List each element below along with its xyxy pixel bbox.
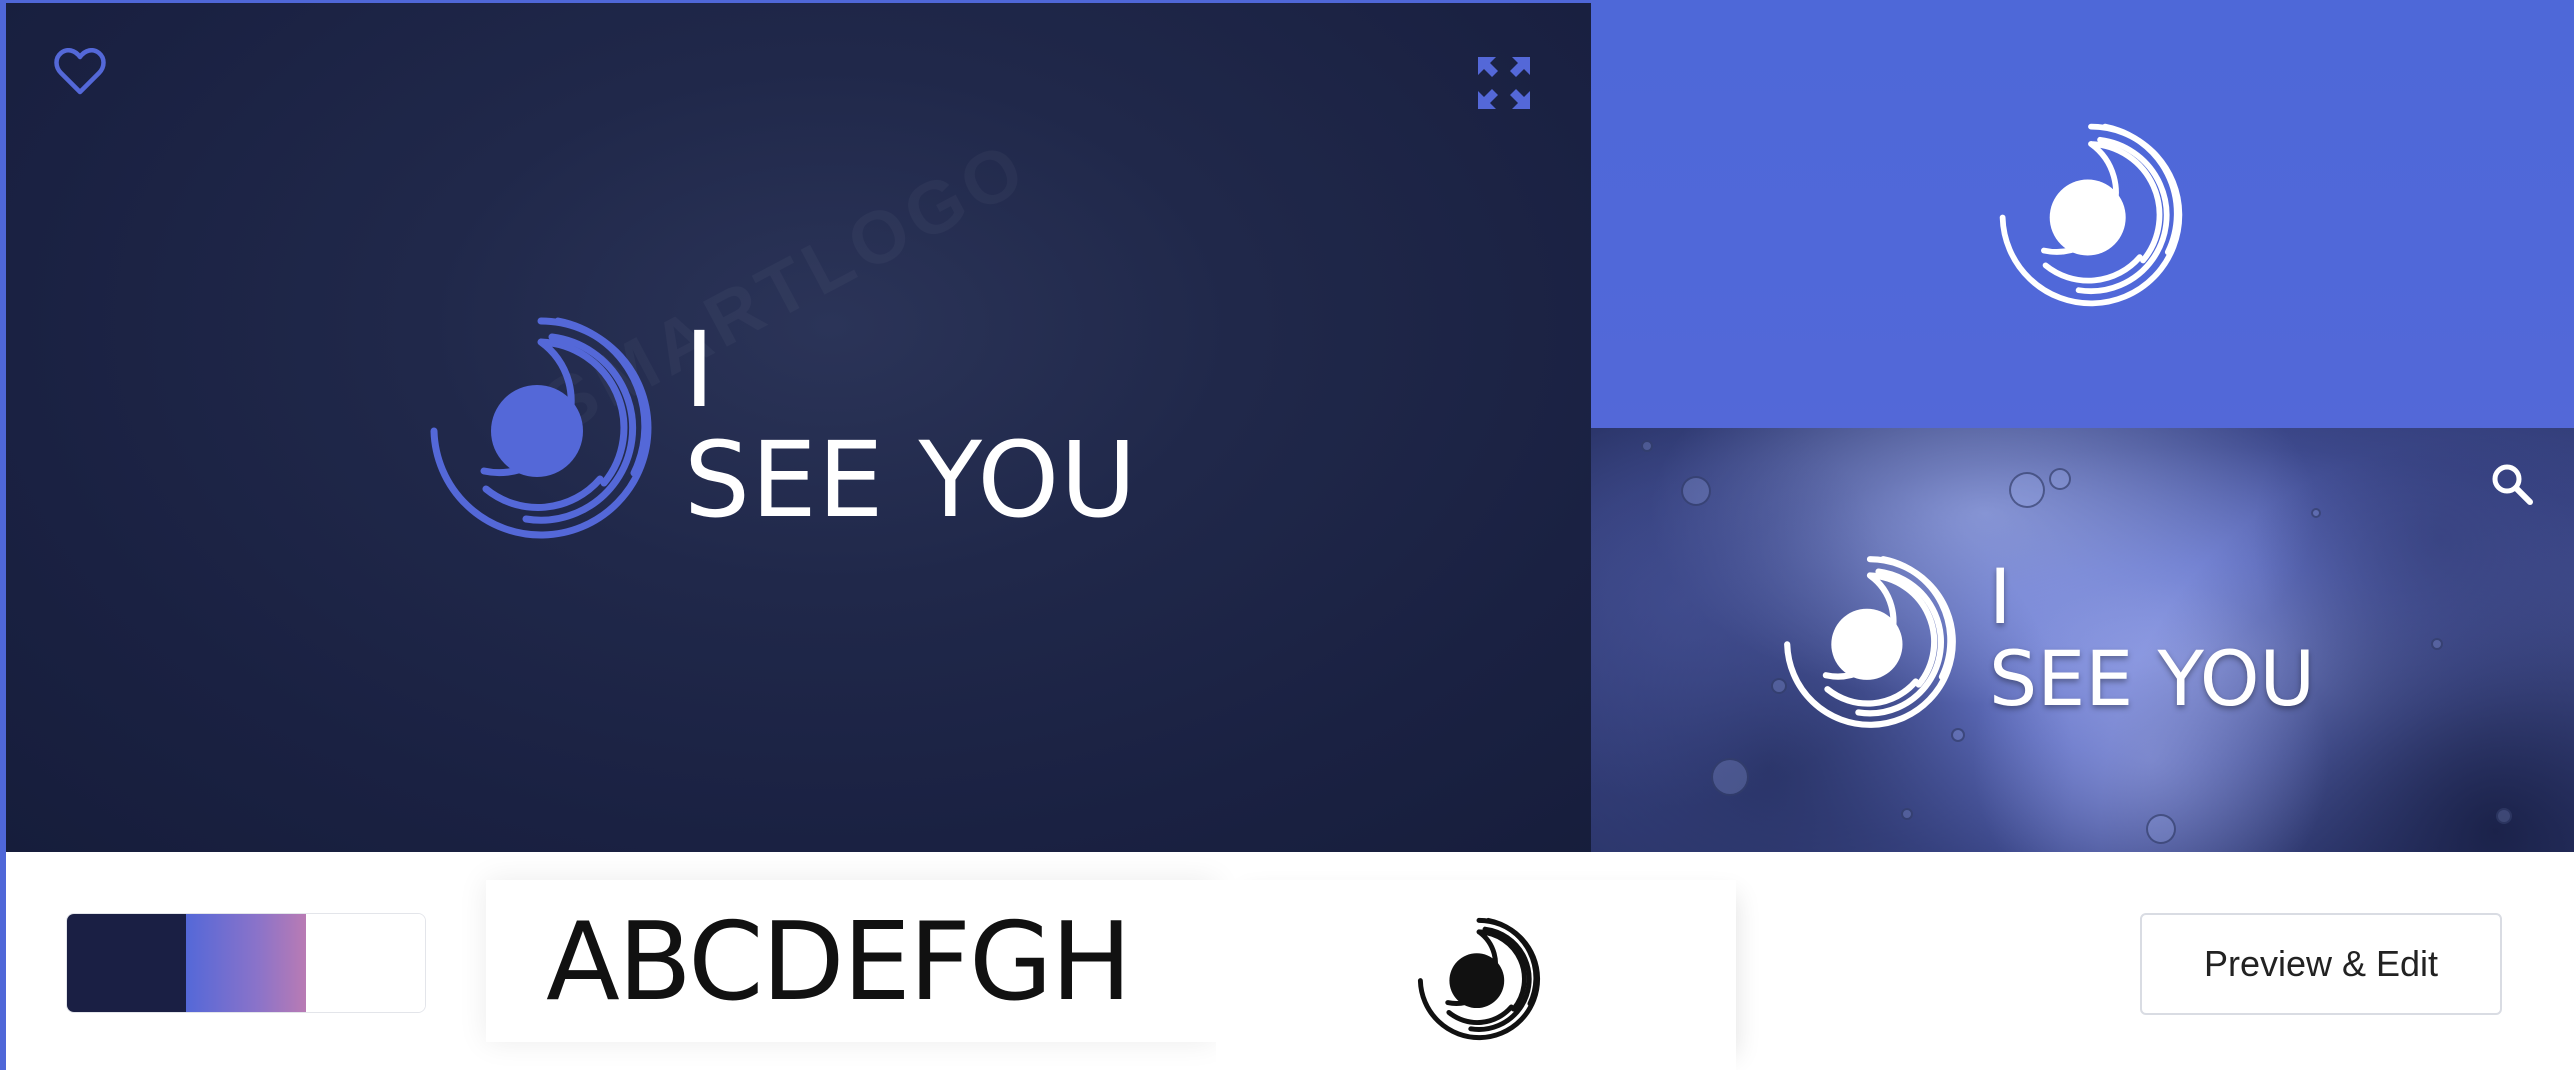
wordmark-line-1: I [1989, 552, 2012, 641]
wordmark-line-2: SEE YOU [684, 419, 1138, 541]
bubble [2431, 638, 2443, 650]
logo-wordmark: I SEE YOU [684, 315, 1137, 535]
color-swatch-primary [67, 914, 187, 1012]
zoom-button[interactable] [2488, 460, 2536, 508]
logo-mark [1784, 556, 1956, 728]
bubble [2049, 468, 2071, 490]
logo-mark [430, 317, 652, 539]
wordmark-line-1: I [684, 309, 717, 431]
logo-mark [1417, 917, 1541, 1041]
expand-button[interactable] [1476, 55, 1532, 111]
main-logo-preview[interactable]: ©SMARTLOGO I SEE YOU [6, 3, 1591, 852]
mockup-photo-background[interactable]: I SEE YOU [1591, 428, 2574, 852]
mockup-blue-background[interactable] [1591, 0, 2574, 428]
logo-details-bar: ABCDEFGH Preview & Edit [6, 852, 2574, 1070]
font-sample-text: ABCDEFGH [546, 900, 1132, 1025]
icon-preview [1216, 880, 1736, 1070]
logo-wordmark: I SEE YOU [1989, 556, 2315, 720]
bubble [1681, 476, 1711, 506]
color-swatch-gradient [186, 914, 306, 1012]
search-icon [2492, 464, 2533, 505]
bubble [2496, 808, 2512, 824]
bubble [1641, 440, 1653, 452]
color-palette [66, 913, 426, 1013]
bubble [1901, 808, 1913, 820]
wordmark-line-2: SEE YOU [1989, 634, 2316, 723]
font-preview: ABCDEFGH [486, 880, 1216, 1042]
logo-mark [1999, 123, 2183, 307]
favorite-button[interactable] [54, 47, 106, 96]
preview-edit-button[interactable]: Preview & Edit [2140, 913, 2502, 1015]
bubble [2146, 814, 2176, 844]
color-swatch-white [305, 914, 425, 1012]
expand-icon [1478, 57, 1530, 109]
bubble [2009, 472, 2045, 508]
heart-icon [54, 47, 106, 95]
bubble [2311, 508, 2321, 518]
bubble [1711, 758, 1749, 796]
